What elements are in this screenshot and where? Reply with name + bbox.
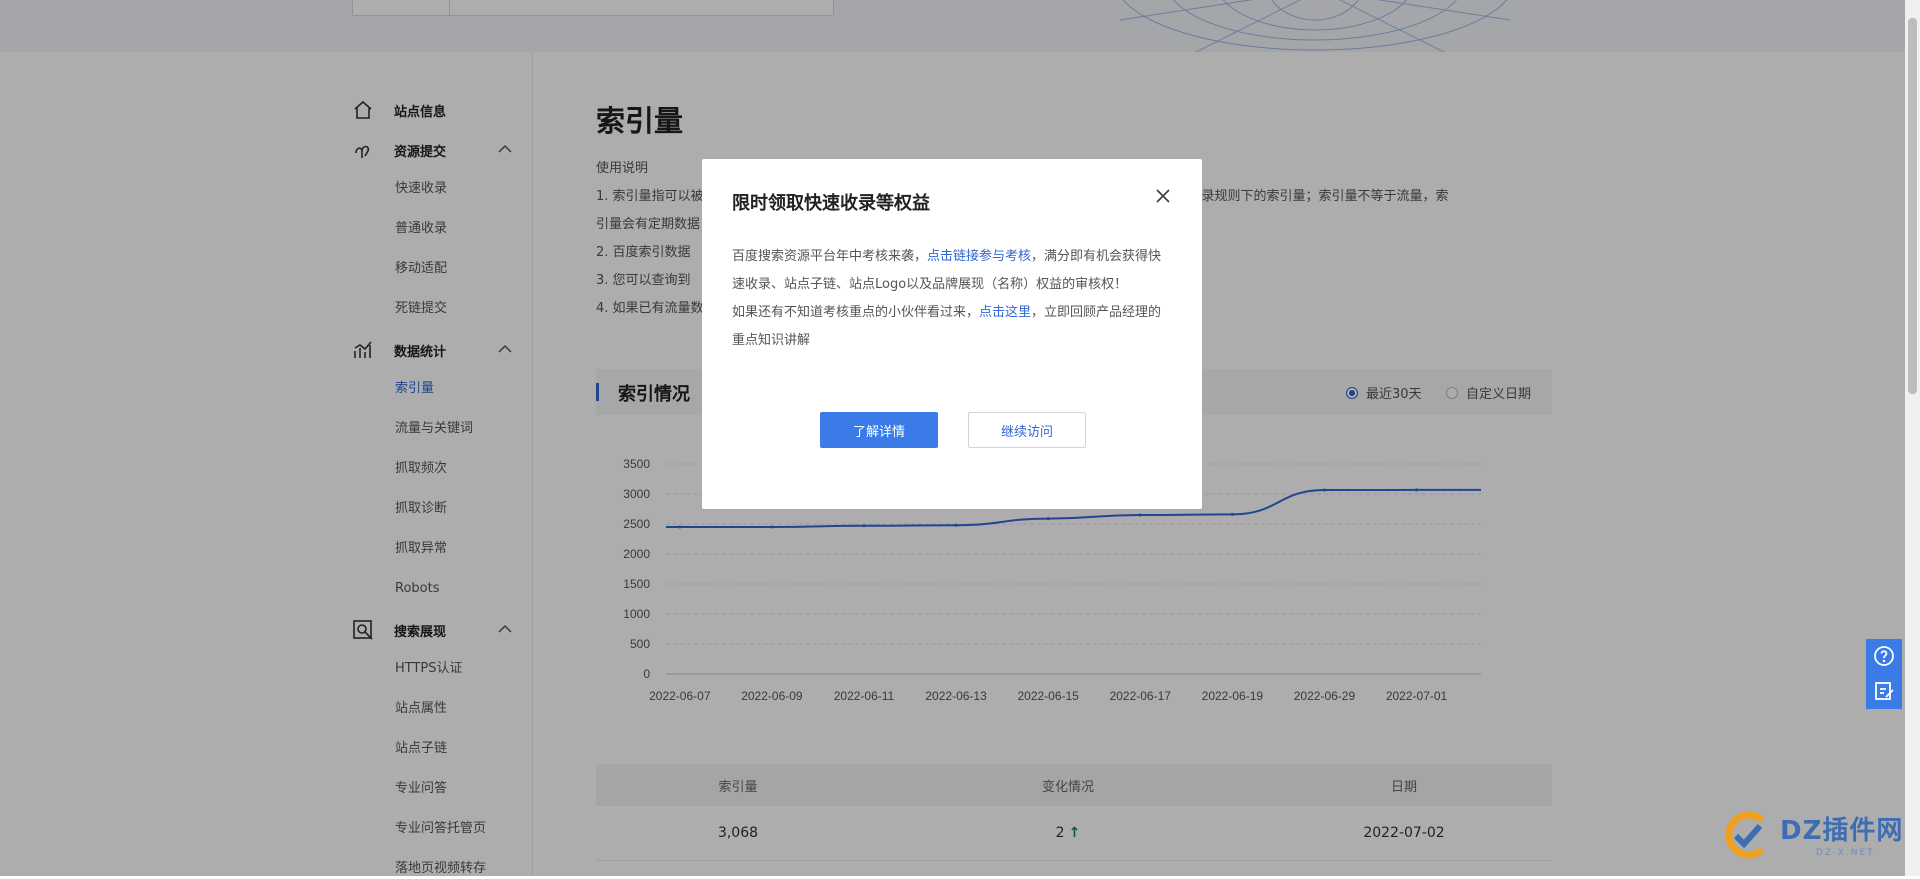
watermark-text: DZ插件网 xyxy=(1780,816,1904,846)
assessment-link[interactable]: 点击链接参与考核 xyxy=(927,249,1031,264)
watermark-logo: DZ插件网 DZ-X.NET xyxy=(1718,806,1908,866)
close-icon[interactable] xyxy=(1152,185,1174,207)
learn-more-button[interactable]: 了解详情 xyxy=(820,412,938,448)
continue-visit-button[interactable]: 继续访问 xyxy=(968,412,1086,448)
modal-paragraph-1: 百度搜索资源平台年中考核来袭，点击链接参与考核，满分即有机会获得快速收录、站点子… xyxy=(732,249,1162,292)
modal-body: 百度搜索资源平台年中考核来袭，点击链接参与考核，满分即有机会获得快速收录、站点子… xyxy=(732,243,1172,355)
modal-paragraph-2: 如果还有不知道考核重点的小伙伴看过来，点击这里，立即回顾产品经理的重点知识讲解 xyxy=(732,305,1162,348)
click-here-link[interactable]: 点击这里 xyxy=(979,305,1031,320)
feedback-icon[interactable] xyxy=(1872,679,1896,703)
help-icon[interactable] xyxy=(1872,644,1896,668)
scrollbar-thumb[interactable] xyxy=(1908,18,1917,394)
scrollbar[interactable] xyxy=(1905,0,1920,876)
modal-title: 限时领取快速收录等权益 xyxy=(732,193,930,214)
watermark-icon xyxy=(1725,811,1765,859)
promo-modal: 限时领取快速收录等权益 百度搜索资源平台年中考核来袭，点击链接参与考核，满分即有… xyxy=(702,159,1202,509)
watermark-subtext: DZ-X.NET xyxy=(1816,848,1875,858)
floating-toolbar xyxy=(1866,639,1902,709)
